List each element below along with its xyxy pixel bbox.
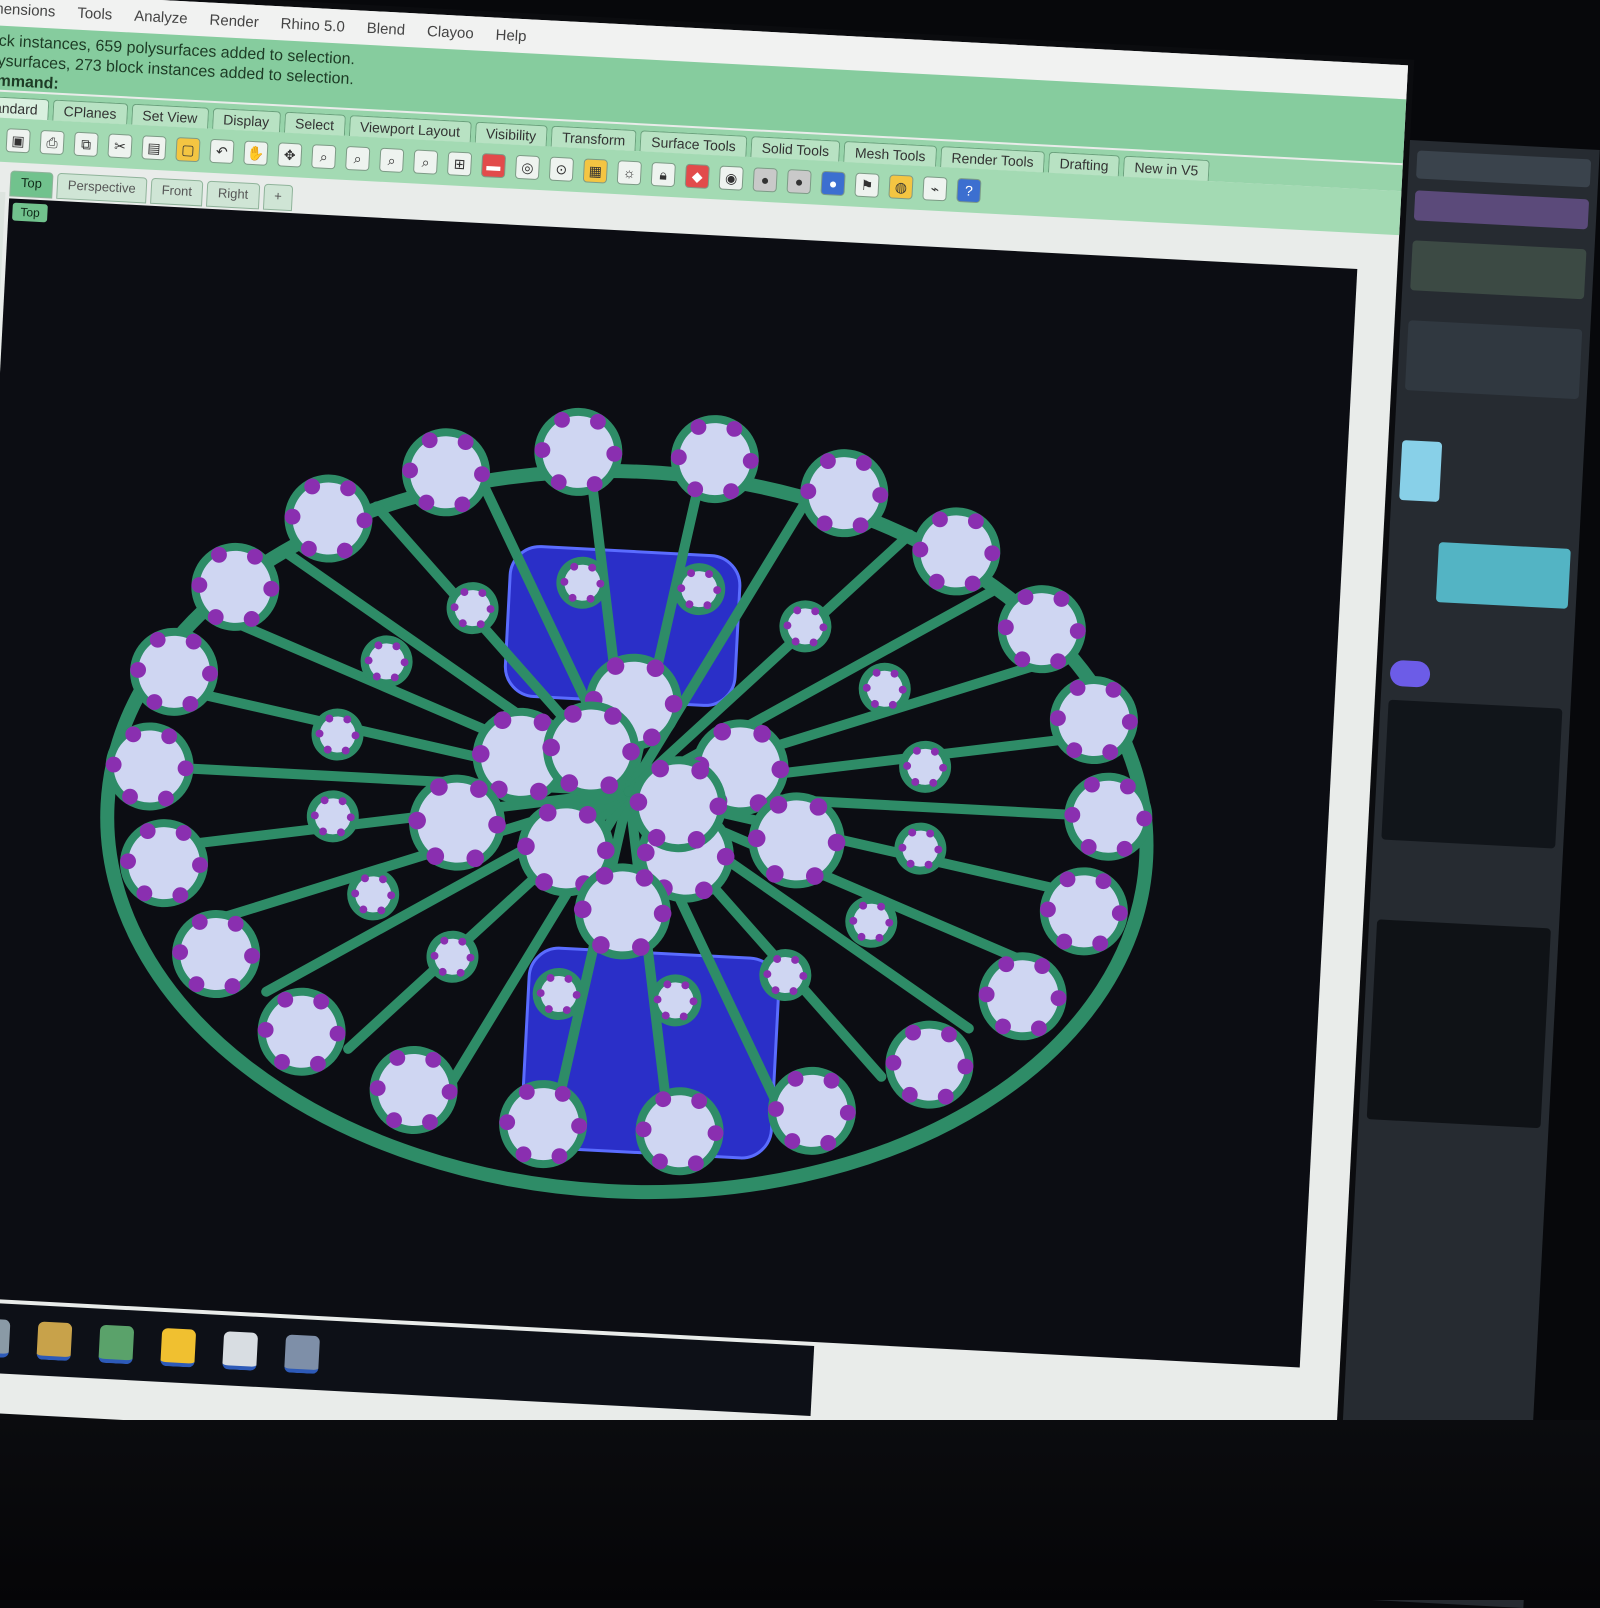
gumball-icon[interactable]: ⊙ xyxy=(548,156,575,182)
car-icon[interactable]: ▬ xyxy=(480,153,507,179)
paste-icon[interactable]: ▤ xyxy=(141,135,167,161)
flag-icon[interactable]: ⚑ xyxy=(854,172,880,198)
toggle-button[interactable] xyxy=(1389,659,1431,688)
render-sphere-icon[interactable]: ● xyxy=(786,169,812,195)
menu-blend[interactable]: Blend xyxy=(366,19,405,38)
grasshopper-icon[interactable]: ⌁ xyxy=(922,176,948,202)
menu-help[interactable]: Help xyxy=(495,26,527,45)
monitor-bezel xyxy=(0,1420,1600,1600)
save-icon[interactable]: ▣ xyxy=(5,128,31,154)
menu-rhino[interactable]: Rhino 5.0 xyxy=(280,15,345,35)
environment-sphere-icon[interactable]: ● xyxy=(820,170,846,197)
panel-section xyxy=(1404,320,1583,400)
copy-icon[interactable]: ⧉ xyxy=(73,131,99,157)
undo-icon[interactable]: ↶ xyxy=(209,138,235,165)
menu-render[interactable]: Render xyxy=(209,11,259,31)
zoom-extents-icon[interactable]: ⌕ xyxy=(379,147,405,173)
app-taskbar-icon[interactable] xyxy=(36,1321,73,1362)
menu-dimensions[interactable]: Dimensions xyxy=(0,0,56,20)
layer-swatches[interactable] xyxy=(1413,190,1590,230)
top-viewport[interactable]: Top xyxy=(0,198,1358,1368)
menu-analyze[interactable]: Analyze xyxy=(134,7,188,27)
jewelry-model xyxy=(100,407,1154,1200)
help-icon[interactable]: ? xyxy=(956,177,982,204)
layer-icon[interactable]: ◆ xyxy=(684,163,710,189)
monitor-screen: Dimensions Tools Analyze Render Rhino 5.… xyxy=(0,0,1409,1484)
preview-pane xyxy=(1381,699,1563,849)
pan-icon[interactable]: ✋ xyxy=(243,140,269,166)
menu-tools[interactable]: Tools xyxy=(77,4,113,23)
new-icon[interactable]: ▢ xyxy=(175,137,201,163)
osnap-icon[interactable]: ◎ xyxy=(514,154,541,181)
rotate-view-icon[interactable]: ✥ xyxy=(277,142,303,168)
app-taskbar-icon[interactable] xyxy=(0,1318,11,1358)
tab-viewport-perspective[interactable]: Perspective xyxy=(56,172,148,204)
color-wheel-icon[interactable]: ◉ xyxy=(718,165,744,191)
tab-standard[interactable]: Standard xyxy=(0,95,50,121)
window-taskbar-icon[interactable] xyxy=(222,1331,259,1371)
zoom-selected-icon[interactable]: ⌕ xyxy=(413,149,439,175)
properties-icon[interactable]: ▦ xyxy=(582,158,608,184)
tab-viewport-top[interactable]: Top xyxy=(9,170,54,199)
tab-viewport-right[interactable]: Right xyxy=(206,180,260,210)
panel-controls[interactable] xyxy=(1410,240,1587,300)
menu-clayoo[interactable]: Clayoo xyxy=(427,22,475,41)
clayoo-icon[interactable]: ◍ xyxy=(888,174,914,200)
material-sphere-icon[interactable]: ● xyxy=(752,167,778,193)
panel-header xyxy=(1416,150,1592,188)
four-viewports-icon[interactable]: ⊞ xyxy=(446,151,473,177)
light-icon[interactable]: ☼ xyxy=(616,160,642,186)
color-preview-pane xyxy=(1366,919,1551,1129)
selected-material[interactable] xyxy=(1435,542,1571,609)
folder-taskbar-icon[interactable] xyxy=(160,1327,197,1368)
zoom-window-icon[interactable]: ⌕ xyxy=(345,145,371,172)
app-taskbar-icon[interactable] xyxy=(98,1324,135,1365)
tab-viewport-front[interactable]: Front xyxy=(149,177,204,207)
zoom-icon[interactable]: ⌕ xyxy=(311,144,337,170)
cut-icon[interactable]: ✂ xyxy=(107,133,133,159)
lock-icon[interactable]: 🔒︎ xyxy=(650,161,676,188)
add-viewport-tab-button[interactable]: + xyxy=(262,183,294,212)
material-swatch[interactable] xyxy=(1399,440,1443,503)
print-icon[interactable]: ⎙ xyxy=(39,129,65,156)
app-taskbar-icon[interactable] xyxy=(284,1334,321,1375)
